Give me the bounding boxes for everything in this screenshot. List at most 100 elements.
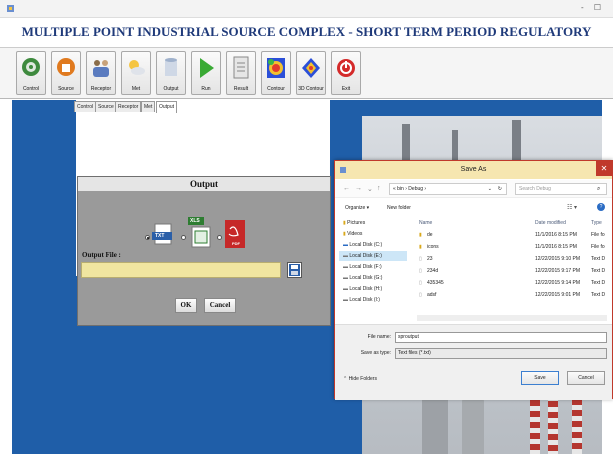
dialog-cancel-button[interactable]: Cancel: [567, 371, 605, 385]
file-type: File fo: [591, 232, 605, 238]
file-row[interactable]: ▮ icons 11/1/2016 8:15 PM File fo: [417, 242, 611, 253]
xls-radio[interactable]: [181, 235, 186, 240]
output-button[interactable]: Output: [156, 51, 186, 95]
breadcrumb[interactable]: « bin › Debug › ⌄ ↻: [389, 183, 507, 195]
column-header-type[interactable]: Type: [591, 218, 602, 228]
file-type: Text D: [591, 292, 606, 298]
file-row[interactable]: ▮ de 11/1/2016 8:15 PM File fo: [417, 230, 611, 241]
text-file-icon: ▯: [419, 280, 422, 286]
save-type-select[interactable]: Text files (*.txt): [395, 348, 607, 359]
browse-button[interactable]: [287, 262, 302, 278]
save-button[interactable]: Save: [521, 371, 559, 385]
organize-menu[interactable]: Organize ▾: [345, 205, 369, 211]
factory-icon: [57, 58, 75, 76]
file-date: 12/22/2015 9:14 PM: [535, 280, 581, 286]
file-name-input[interactable]: sproutput: [395, 332, 607, 343]
window-controls[interactable]: - ☐: [581, 3, 605, 12]
nav-item-label: Local Disk (E:): [349, 253, 382, 259]
tab-output[interactable]: Output: [156, 101, 178, 113]
help-icon[interactable]: ?: [597, 203, 605, 211]
nav-item-local-disk-e[interactable]: ▬ Local Disk (E:): [339, 251, 407, 261]
met-button[interactable]: Met: [121, 51, 151, 95]
cancel-button[interactable]: Cancel: [204, 298, 236, 313]
tab-met[interactable]: Met: [141, 101, 156, 112]
file-row[interactable]: ▯ 234d 12/22/2015 9:17 PM Text D: [417, 266, 611, 277]
nav-item-local-disk-h[interactable]: ▬ Local Disk (H:): [343, 284, 382, 294]
file-row[interactable]: ▯ 435345 12/22/2015 9:14 PM Text D: [417, 278, 611, 289]
contour-button[interactable]: Contour: [261, 51, 291, 95]
source-button[interactable]: Source: [51, 51, 81, 95]
output-label: Output: [163, 86, 179, 92]
breadcrumb-debug[interactable]: Debug: [408, 186, 423, 192]
save-type-label: Save as type:: [360, 350, 391, 356]
contour-icon: [267, 58, 285, 78]
nav-item-local-disk-c[interactable]: ▬ Local Disk (C:): [343, 240, 382, 250]
folder-icon: ▮: [419, 232, 422, 238]
search-icon: ⌕: [597, 186, 601, 192]
chevron-down-icon[interactable]: ⌄: [367, 185, 373, 193]
3d-contour-button[interactable]: 3D Contour: [296, 51, 326, 95]
text-file-icon: ▯: [419, 292, 422, 298]
floppy-disk-icon: [289, 264, 300, 276]
exit-button[interactable]: Exit: [331, 51, 361, 95]
app-icon: [7, 5, 14, 12]
breadcrumb-bin[interactable]: « bin: [393, 186, 404, 192]
text-file-icon: ▯: [419, 268, 422, 274]
folder-icon: ▮: [343, 231, 346, 237]
folder-icon: ▮: [419, 244, 422, 250]
horizontal-scrollbar[interactable]: [417, 315, 607, 321]
nav-item-label: Local Disk (G:): [349, 275, 383, 281]
file-type: File fo: [591, 244, 605, 250]
drive-icon: ▬: [343, 242, 348, 248]
control-button[interactable]: Control: [16, 51, 46, 95]
run-button[interactable]: Run: [191, 51, 221, 95]
address-dropdown-icon[interactable]: ⌄: [488, 184, 492, 194]
nav-item-label: Local Disk (C:): [349, 242, 383, 248]
back-arrow-icon[interactable]: ←: [343, 185, 350, 192]
drive-icon: ▬: [343, 264, 348, 270]
file-name: 234d: [427, 268, 439, 274]
file-date: 12/22/2015 9:01 PM: [535, 292, 581, 298]
text-file-icon: ▯: [419, 256, 422, 262]
file-row[interactable]: ▯ 23 12/22/2015 9:10 PM Text D: [417, 254, 611, 265]
file-name: 23: [427, 256, 433, 262]
dialog-title: Save As: [460, 166, 487, 173]
file-list: Name Date modified Type ▮ de 11/1/2016 8…: [417, 218, 611, 314]
nav-item-label: Local Disk (H:): [349, 286, 383, 292]
nav-item-local-disk-g[interactable]: ▬ Local Disk (G:): [343, 273, 382, 283]
file-date: 11/1/2016 8:15 PM: [535, 232, 577, 238]
view-options-icon[interactable]: ☷ ▾: [567, 204, 577, 211]
window-titlebar: - ☐: [0, 0, 613, 18]
pdf-radio[interactable]: [217, 235, 222, 240]
file-row[interactable]: ▯ adsf 12/22/2015 9:01 PM Text D: [417, 290, 611, 301]
nav-item-label: Local Disk (I:): [349, 297, 380, 303]
nav-item-label: Pictures: [347, 220, 366, 226]
column-header-name[interactable]: Name: [419, 218, 432, 228]
receptor-button[interactable]: Receptor: [86, 51, 116, 95]
new-folder-button[interactable]: New folder: [387, 205, 411, 211]
column-header-date[interactable]: Date modified: [535, 218, 566, 228]
forward-arrow-icon[interactable]: →: [355, 185, 362, 192]
close-icon[interactable]: ✕: [596, 161, 612, 176]
search-input[interactable]: Search Debug: [515, 183, 607, 195]
document-icon: [233, 56, 249, 79]
ok-button[interactable]: OK: [175, 298, 197, 313]
result-button[interactable]: Result: [226, 51, 256, 95]
tab-receptor[interactable]: Receptor: [115, 101, 142, 112]
tab-source[interactable]: Source: [95, 101, 117, 112]
txt-radio[interactable]: [145, 235, 150, 240]
nav-item-local-disk-i[interactable]: ▬ Local Disk (I:): [343, 295, 380, 305]
file-name: 435345: [427, 280, 444, 286]
output-file-input[interactable]: [81, 262, 281, 278]
file-name-label: File name:: [367, 334, 391, 340]
up-arrow-icon[interactable]: ↑: [377, 185, 381, 192]
pdf-format-label: PDF: [232, 241, 240, 246]
weather-icon: [129, 60, 145, 75]
tab-control[interactable]: Control: [74, 101, 97, 112]
refresh-icon[interactable]: ↻: [498, 184, 502, 194]
hide-folders-toggle[interactable]: ⌃ Hide Folders: [343, 376, 377, 382]
nav-item-local-disk-f[interactable]: ▬ Local Disk (F:): [343, 262, 382, 272]
file-date: 11/1/2016 8:15 PM: [535, 244, 577, 250]
nav-item-pictures[interactable]: ▮ Pictures: [343, 218, 365, 228]
nav-item-videos[interactable]: ▮ Videos: [343, 229, 362, 239]
